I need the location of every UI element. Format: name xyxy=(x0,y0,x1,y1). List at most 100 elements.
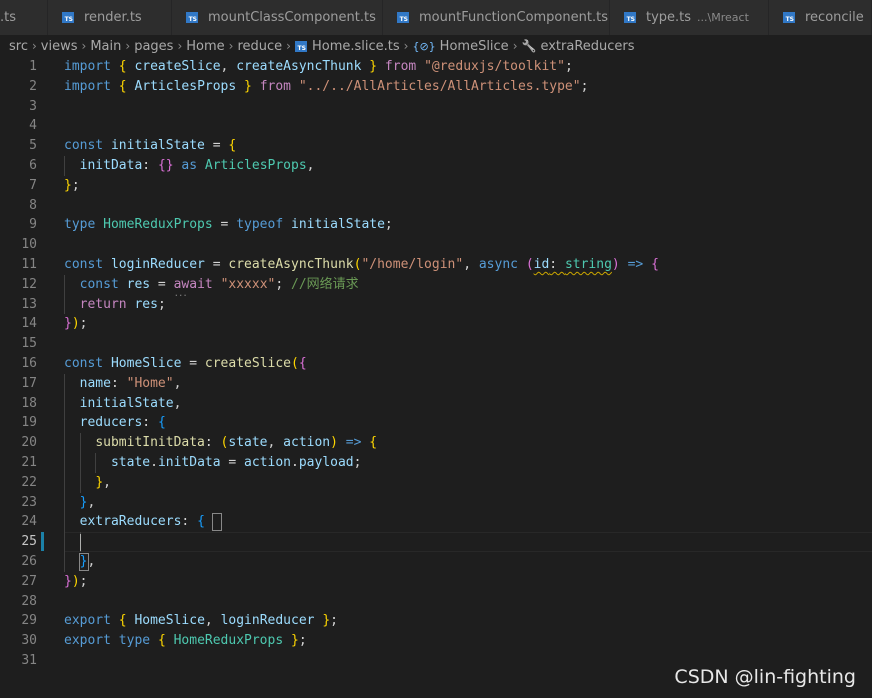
chevron-right-icon: › xyxy=(125,39,131,53)
editor-tab[interactable]: TS type.ts ...\Mreact xyxy=(610,0,769,35)
code-line[interactable]: 20 submitInitData: (state, action) => { xyxy=(0,433,872,453)
breadcrumb-label: Home xyxy=(186,38,225,54)
tab-label: render.ts xyxy=(84,10,142,25)
code-text: }; xyxy=(64,177,80,193)
code-line[interactable]: 17 name: "Home", xyxy=(0,374,872,394)
code-line[interactable]: 4 xyxy=(0,116,872,136)
code-line[interactable]: 21 state.initData = action.payload; xyxy=(0,453,872,473)
line-number: 14 xyxy=(21,316,37,332)
code-line[interactable]: 2 import { ArticlesProps } from "../../Al… xyxy=(0,77,872,97)
chevron-right-icon: › xyxy=(31,39,37,53)
tab-bar: .ts TS render.ts TS mountClassComponent.ts TS… xyxy=(0,0,872,35)
code-text: type HomeReduxProps = typeof initialStat… xyxy=(64,217,393,233)
code-text: const loginReducer = createAsyncThunk("/… xyxy=(64,257,659,272)
editor-tab[interactable]: TS mountClassComponent.ts xyxy=(172,0,383,35)
code-line[interactable]: 18 initialState, xyxy=(0,394,872,414)
line-number: 23 xyxy=(21,494,37,510)
code-line[interactable]: 1 import { createSlice, createAsyncThunk … xyxy=(0,57,872,77)
line-number: 27 xyxy=(21,573,37,589)
code-line[interactable]: 29 export { HomeSlice, loginReducer }; xyxy=(0,611,872,631)
breadcrumb-item[interactable]: pages xyxy=(134,39,173,54)
chevron-right-icon: › xyxy=(403,39,409,53)
code-line[interactable]: 8 xyxy=(0,196,872,216)
code-text: name: "Home", xyxy=(79,375,182,391)
breadcrumb-item[interactable]: {⊘} HomeSlice xyxy=(412,39,508,54)
code-line[interactable]: 5 const initialState = { xyxy=(0,136,872,156)
code-line[interactable]: 11 const loginReducer = createAsyncThunk(… xyxy=(0,255,872,275)
code-line[interactable]: 27}); xyxy=(0,572,872,592)
line-number: 18 xyxy=(21,395,37,411)
breadcrumb-label: reduce xyxy=(237,38,283,54)
code-line[interactable]: 22 }, xyxy=(0,473,872,493)
code-line[interactable]: 30 export type { HomeReduxProps }; xyxy=(0,631,872,651)
bracket-match-highlight xyxy=(212,513,222,532)
code-line[interactable]: 9 type HomeReduxProps = typeof initialSta… xyxy=(0,215,872,235)
code-line[interactable]: 16 const HomeSlice = createSlice({ xyxy=(0,354,872,374)
tab-label: mountFunctionComponent.ts xyxy=(419,10,608,25)
code-text: reducers: { xyxy=(79,415,166,431)
editor-tab[interactable]: .ts xyxy=(0,0,48,35)
line-number: 30 xyxy=(21,633,37,649)
typescript-file-icon: TS xyxy=(783,12,795,23)
indent-guide xyxy=(79,433,81,493)
breadcrumb-label: pages xyxy=(134,38,174,54)
code-text: state.initData = action.payload; xyxy=(110,455,362,470)
code-text: import { createSlice, createAsyncThunk }… xyxy=(64,59,573,74)
code-line[interactable]: 25 xyxy=(0,532,872,552)
code-text: const res = await "xxxxx"; //网络请求 xyxy=(64,275,359,295)
breadcrumb-item[interactable]: 🔧 extraReducers xyxy=(522,39,635,54)
line-number: 12 xyxy=(21,276,37,292)
code-line[interactable]: 7}; xyxy=(0,176,872,196)
code-text: }, xyxy=(95,474,111,490)
breadcrumb-item[interactable]: Main xyxy=(90,39,121,54)
breadcrumb-item[interactable]: src xyxy=(9,39,28,54)
watermark: CSDN @lin-fighting xyxy=(674,666,856,688)
chevron-right-icon: › xyxy=(81,39,87,53)
code-text: export type { HomeReduxProps }; xyxy=(64,633,307,649)
editor-tab[interactable]: TS mountFunctionComponent.ts xyxy=(383,0,610,35)
tab-description: ...\Mreact xyxy=(697,11,749,24)
code-line[interactable]: 3 xyxy=(0,97,872,117)
line-number: 9 xyxy=(29,217,37,233)
line-number: 22 xyxy=(21,474,37,490)
code-text: const initialState = { xyxy=(64,138,237,154)
breadcrumb-label: Home.slice.ts xyxy=(311,38,400,54)
code-line[interactable]: 28 xyxy=(0,592,872,612)
code-text: extraReducers: { xyxy=(79,514,205,530)
code-line[interactable]: 23 }, xyxy=(0,493,872,513)
line-number: 8 xyxy=(29,197,37,213)
line-number: 13 xyxy=(21,296,37,312)
breadcrumb-item[interactable]: reduce xyxy=(237,39,282,54)
line-number: 2 xyxy=(29,78,37,94)
line-number: 10 xyxy=(21,237,37,253)
code-line[interactable]: 15 xyxy=(0,334,872,354)
code-text: import { ArticlesProps } from "../../All… xyxy=(64,78,589,94)
code-editor[interactable]: 1 import { createSlice, createAsyncThunk … xyxy=(0,57,872,698)
variable-symbol-icon: {⊘} xyxy=(412,39,436,53)
editor-tab[interactable]: TS reconcile xyxy=(769,0,872,35)
breadcrumb-item[interactable]: TS Home.slice.ts xyxy=(294,38,400,54)
line-number: 25 xyxy=(21,534,37,550)
line-number: 31 xyxy=(21,653,37,668)
code-text: }, xyxy=(79,494,96,510)
typescript-file-icon: TS xyxy=(397,12,409,23)
code-line[interactable]: 24 extraReducers: { xyxy=(0,512,872,532)
indent-guide xyxy=(95,453,97,473)
code-line[interactable]: 13 return res; xyxy=(0,295,872,315)
code-line[interactable]: 26 }, xyxy=(0,552,872,572)
breadcrumb-label: src xyxy=(9,38,28,54)
typescript-file-icon: TS xyxy=(294,40,307,52)
code-line[interactable]: 14}); xyxy=(0,314,872,334)
code-line[interactable]: 12 const res = await "xxxxx"; //网络请求 xyxy=(0,275,872,295)
tab-label: reconcile xyxy=(805,10,864,25)
breadcrumb-item[interactable]: views xyxy=(41,39,78,54)
breadcrumb-item[interactable]: Home xyxy=(186,39,224,54)
code-text: return res; xyxy=(79,296,166,312)
code-text: }); xyxy=(64,316,88,332)
indent-guide xyxy=(64,274,65,315)
code-line[interactable]: 19 reducers: { xyxy=(0,413,872,433)
code-line[interactable]: 6 initData: {} as ArticlesProps, xyxy=(0,156,872,176)
breadcrumb-label: extraReducers xyxy=(540,38,635,54)
editor-tab[interactable]: TS render.ts xyxy=(48,0,172,35)
code-line[interactable]: 10 xyxy=(0,235,872,255)
